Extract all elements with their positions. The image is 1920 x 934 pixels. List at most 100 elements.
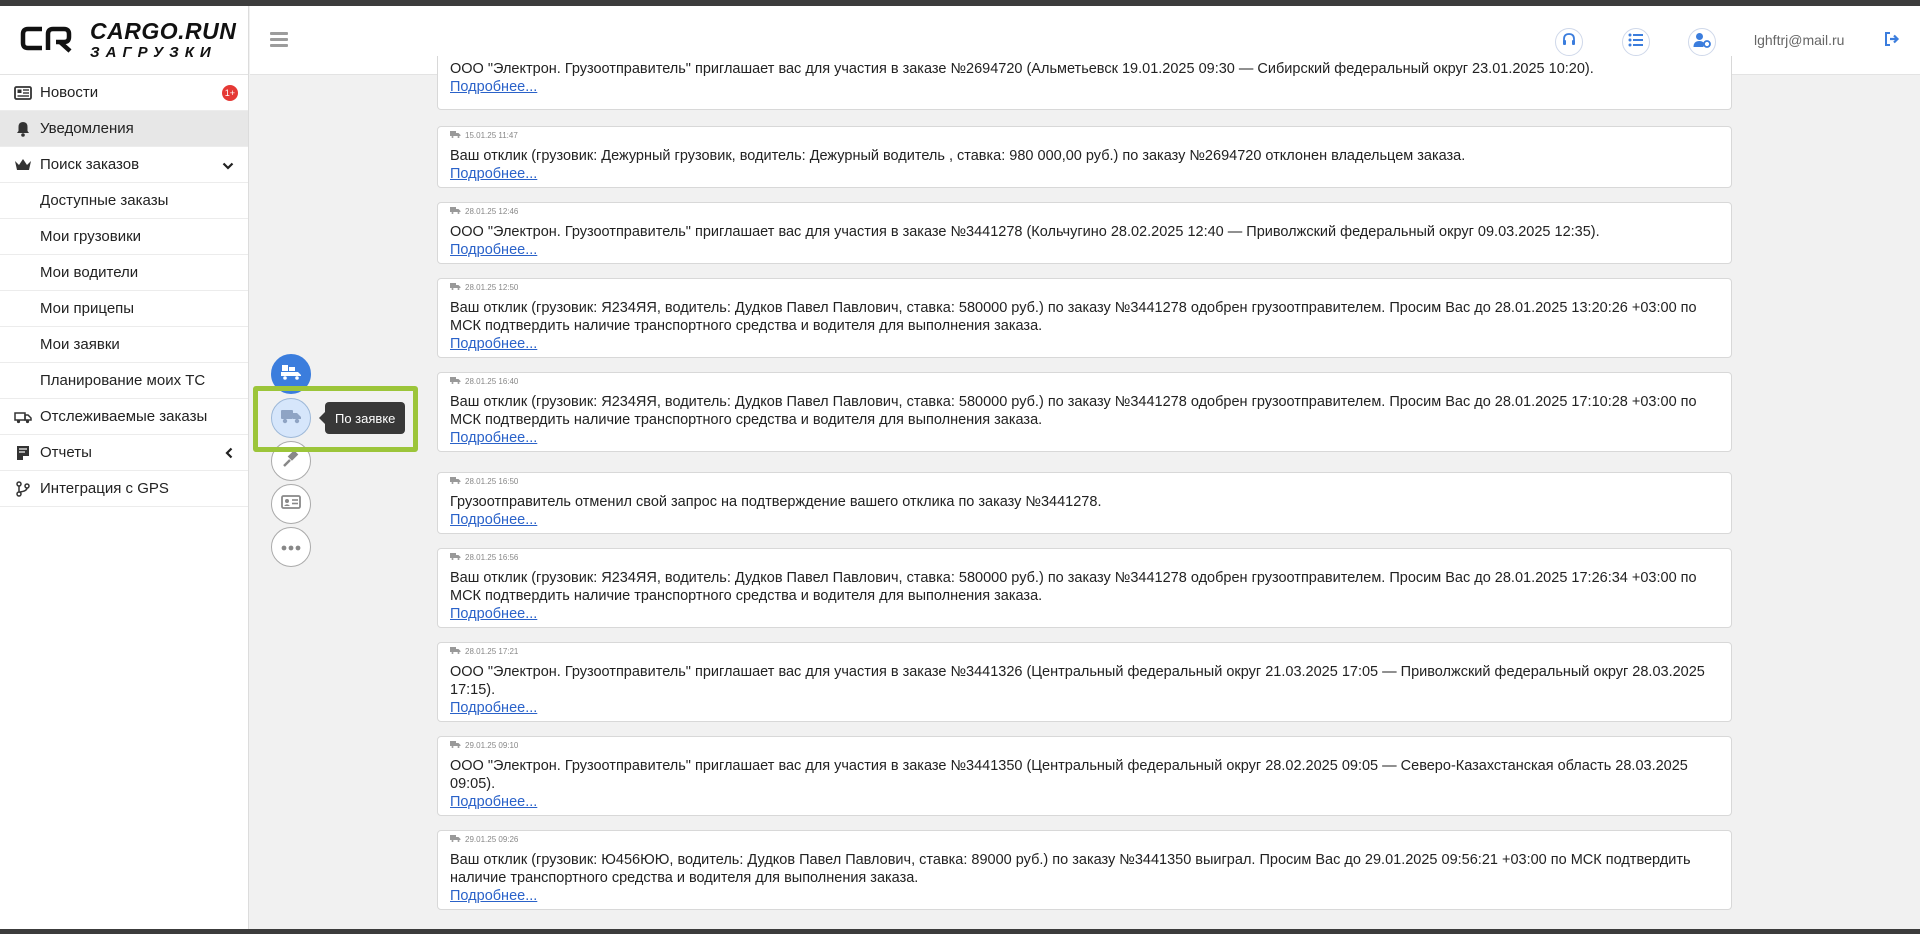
gavel-icon	[281, 449, 301, 474]
truck-tracking-icon	[14, 409, 32, 425]
sidebar-item-label: Мои прицепы	[40, 300, 135, 317]
logo-mark-icon	[20, 23, 82, 57]
notification-text: ООО "Электрон. Грузоотправитель" приглаш…	[450, 758, 1688, 792]
by-request-tooltip: По заявке	[318, 402, 406, 434]
notification-details-link[interactable]: Подробнее...	[450, 335, 1719, 353]
notification-details-link[interactable]: Подробнее...	[450, 429, 1719, 447]
sidebar-item-order-search[interactable]: Поиск заказов	[0, 147, 248, 183]
headset-icon	[1561, 32, 1577, 53]
notification-details-link[interactable]: Подробнее...	[450, 241, 1719, 259]
notification-details-link[interactable]: Подробнее...	[450, 511, 1719, 529]
sidebar-item-my-drivers[interactable]: Мои водители	[0, 255, 248, 291]
notification-time: 28.01.25 16:56	[465, 552, 519, 562]
id-card-icon	[281, 494, 301, 515]
notification-meta: 28.01.25 16:56	[450, 552, 518, 562]
notification-details-link[interactable]: Подробнее...	[450, 78, 1719, 96]
sidebar-item-my-trailers[interactable]: Мои прицепы	[0, 291, 248, 327]
sidebar-item-vehicle-planning[interactable]: Планирование моих ТС	[0, 363, 248, 399]
notification-card: 28.01.25 12:50 Ваш отклик (грузовик: Я23…	[437, 278, 1732, 358]
sidebar-item-label: Интеграция с GPS	[40, 480, 169, 497]
notification-text: Ваш отклик (грузовик: Я234ЯЯ, водитель: …	[450, 300, 1697, 334]
notification-meta: 28.01.25 16:40	[450, 376, 518, 386]
notification-meta: 29.01.25 09:26	[450, 834, 518, 844]
menu-toggle-icon[interactable]	[270, 32, 288, 48]
more-fab-button[interactable]	[271, 527, 311, 567]
report-icon	[14, 445, 32, 461]
bell-icon	[14, 121, 32, 137]
newspaper-icon	[14, 85, 32, 101]
notification-time: 15.01.25 11:47	[465, 130, 518, 140]
sidebar-item-reports[interactable]: Отчеты	[0, 435, 248, 471]
list-icon	[1628, 33, 1644, 52]
notification-meta: 28.01.25 12:46	[450, 206, 518, 216]
notification-text: ООО "Электрон. Грузоотправитель" приглаш…	[450, 61, 1594, 77]
sidebar-item-label: Доступные заказы	[40, 192, 169, 209]
notification-card: 28.01.25 12:46 ООО "Электрон. Грузоотпра…	[437, 202, 1732, 264]
sidebar-item-label: Мои грузовики	[40, 228, 142, 245]
notification-time: 28.01.25 16:50	[465, 476, 519, 486]
notification-meta: 29.01.25 09:10	[450, 740, 518, 750]
sidebar-item-notifications[interactable]: Уведомления	[0, 111, 248, 147]
notification-details-link[interactable]: Подробнее...	[450, 699, 1719, 717]
sidebar-item-my-trucks[interactable]: Мои грузовики	[0, 219, 248, 255]
notification-text: Ваш отклик (грузовик: Я234ЯЯ, водитель: …	[450, 570, 1697, 604]
notification-details-link[interactable]: Подробнее...	[450, 793, 1719, 811]
notification-time: 28.01.25 17:21	[465, 646, 519, 656]
notification-card: 28.01.25 16:56 Ваш отклик (грузовик: Я23…	[437, 548, 1732, 628]
support-button[interactable]	[1555, 28, 1583, 56]
logo-sub-text: ЗАГРУЗКИ	[90, 44, 217, 61]
sidebar: CARGO.RUN ЗАГРУЗКИ Новости 1+ Уведомлени…	[0, 6, 249, 929]
user-gear-icon	[1693, 32, 1711, 53]
truck-mini-icon	[450, 834, 461, 844]
notification-time: 29.01.25 09:10	[465, 740, 519, 750]
logo[interactable]: CARGO.RUN ЗАГРУЗКИ	[0, 6, 248, 75]
notification-card: ООО "Электрон. Грузоотправитель" приглаш…	[437, 56, 1732, 110]
sidebar-item-label: Уведомления	[40, 120, 134, 137]
sidebar-item-label: Мои заявки	[40, 336, 120, 353]
crown-icon	[14, 157, 32, 173]
truck-mini-icon	[450, 376, 461, 386]
truck-mini-icon	[450, 552, 461, 562]
sidebar-item-available-orders[interactable]: Доступные заказы	[0, 183, 248, 219]
sidebar-item-label: Планирование моих ТС	[40, 372, 206, 389]
notification-card: 29.01.25 09:26 Ваш отклик (грузовик: Ю45…	[437, 830, 1732, 910]
notification-meta: 28.01.25 17:21	[450, 646, 518, 656]
sidebar-item-label: Отслеживаемые заказы	[40, 408, 208, 425]
notification-card: 29.01.25 09:10 ООО "Электрон. Грузоотпра…	[437, 736, 1732, 816]
notification-time: 29.01.25 09:26	[465, 834, 519, 844]
window-bottom-border	[0, 929, 1920, 934]
sidebar-item-label: Мои водители	[40, 264, 139, 281]
truck-mini-icon	[450, 130, 461, 140]
notification-card: 28.01.25 17:21 ООО "Электрон. Грузоотпра…	[437, 642, 1732, 722]
sidebar-item-tracked-orders[interactable]: Отслеживаемые заказы	[0, 399, 248, 435]
notification-text: Грузоотправитель отменил свой запрос на …	[450, 494, 1102, 510]
notification-text: ООО "Электрон. Грузоотправитель" приглаш…	[450, 224, 1600, 240]
chevron-left-icon	[224, 446, 234, 463]
user-settings-button[interactable]	[1688, 28, 1716, 56]
sidebar-item-label: Отчеты	[40, 444, 92, 461]
sidebar-item-label: Новости	[40, 84, 99, 101]
notification-meta: 15.01.25 11:47	[450, 130, 518, 140]
id-card-fab-button[interactable]	[271, 484, 311, 524]
notification-meta: 28.01.25 16:50	[450, 476, 518, 486]
branch-icon	[14, 480, 32, 497]
list-button[interactable]	[1622, 28, 1650, 56]
logout-icon[interactable]	[1884, 32, 1900, 51]
user-email[interactable]: lghftrj@mail.ru	[1754, 32, 1844, 48]
notification-details-link[interactable]: Подробнее...	[450, 165, 1719, 183]
sidebar-item-news[interactable]: Новости 1+	[0, 75, 248, 111]
ellipsis-icon	[281, 538, 301, 556]
truck-mini-icon	[450, 646, 461, 656]
sidebar-item-gps-integration[interactable]: Интеграция с GPS	[0, 471, 248, 507]
notification-time: 28.01.25 16:40	[465, 376, 519, 386]
sidebar-item-my-requests[interactable]: Мои заявки	[0, 327, 248, 363]
notification-details-link[interactable]: Подробнее...	[450, 605, 1719, 623]
notification-text: Ваш отклик (грузовик: Я234ЯЯ, водитель: …	[450, 394, 1697, 428]
chevron-down-icon	[222, 158, 234, 175]
truck-mini-icon	[450, 206, 461, 216]
sidebar-menu: Новости 1+ Уведомления Поиск заказов Дос…	[0, 75, 248, 507]
notification-text: ООО "Электрон. Грузоотправитель" приглаш…	[450, 664, 1705, 698]
notification-details-link[interactable]: Подробнее...	[450, 887, 1719, 905]
notification-text: Ваш отклик (грузовик: Ю456ЮЮ, водитель: …	[450, 852, 1691, 886]
notification-time: 28.01.25 12:50	[465, 282, 519, 292]
